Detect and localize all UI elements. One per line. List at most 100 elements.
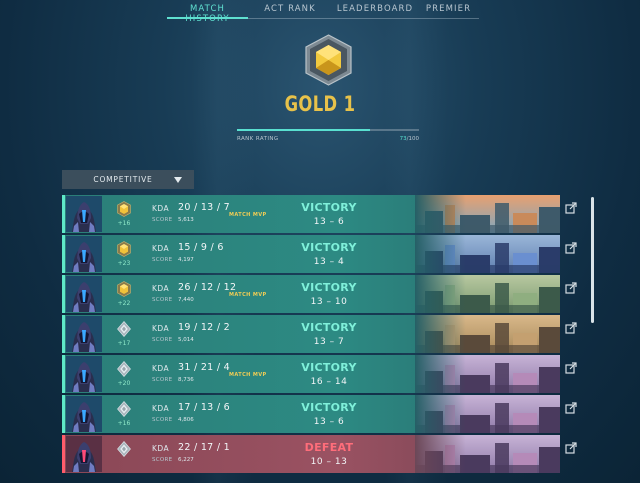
match-mvp-badge: MATCH MVP	[229, 212, 267, 218]
round-score: 16 – 14	[310, 377, 348, 387]
silver-rank-icon	[117, 401, 131, 417]
match-result: VICTORY	[301, 401, 357, 414]
gold-rank-emblem-icon	[305, 34, 352, 86]
rank-rating-fill	[237, 129, 370, 131]
tab-premier[interactable]: PREMIER	[418, 0, 479, 19]
score-value: 4,197	[178, 257, 194, 263]
kda-value: 20 / 13 / 7	[178, 202, 231, 213]
caret-down-icon	[174, 176, 182, 183]
agent-portrait	[66, 436, 102, 472]
round-score: 13 – 6	[313, 217, 345, 227]
match-row[interactable]: +16 KDA 20 / 13 / 7 SCORE 5,613 MATCH MV…	[62, 195, 560, 233]
rr-change: +23	[117, 260, 131, 267]
score-value: 8,736	[178, 377, 194, 383]
rr-change: +16	[117, 220, 131, 227]
match-row[interactable]: +20 KDA 31 / 21 / 4 SCORE 8,736 MATCH MV…	[62, 355, 560, 393]
mode-dropdown[interactable]: COMPETITIVE	[62, 170, 194, 189]
score-value: 4,806	[178, 417, 194, 423]
score-label: SCORE	[152, 217, 173, 223]
result-edge	[62, 275, 65, 313]
score-value: 6,227	[178, 457, 194, 463]
round-score: 13 – 6	[313, 417, 345, 427]
scrollbar[interactable]	[591, 197, 594, 323]
match-result: VICTORY	[301, 321, 357, 334]
rr-change: +16	[117, 420, 131, 427]
tab-leaderboard[interactable]: LEADERBOARD	[332, 0, 418, 19]
share-icon[interactable]	[565, 239, 577, 254]
match-row[interactable]: +23 KDA 15 / 9 / 6 SCORE 4,197 VICTORY 1…	[62, 235, 560, 273]
result-edge	[62, 355, 65, 393]
map-thumbnail	[415, 315, 560, 353]
score-label: SCORE	[152, 377, 173, 383]
agent-portrait	[66, 396, 102, 432]
kda-value: 26 / 12 / 12	[178, 282, 237, 293]
map-thumbnail	[415, 355, 560, 393]
result-edge	[62, 395, 65, 433]
kda-value: 22 / 17 / 1	[178, 442, 231, 453]
share-icon[interactable]	[565, 199, 577, 214]
kda-value: 17 / 13 / 6	[178, 402, 231, 413]
top-nav: MATCH HISTORY ACT RANK LEADERBOARD PREMI…	[167, 0, 479, 24]
tab-act-rank[interactable]: ACT RANK	[248, 0, 332, 19]
share-icon[interactable]	[565, 359, 577, 374]
share-icon[interactable]	[565, 279, 577, 294]
map-thumbnail	[415, 435, 560, 473]
score-label: SCORE	[152, 337, 173, 343]
round-score: 10 – 13	[310, 457, 348, 467]
match-mvp-badge: MATCH MVP	[229, 292, 267, 298]
score-value: 7,440	[178, 297, 194, 303]
kda-label: KDA	[152, 244, 170, 253]
match-row[interactable]: +22 KDA 26 / 12 / 12 SCORE 7,440 MATCH M…	[62, 275, 560, 313]
map-thumbnail	[415, 275, 560, 313]
map-thumbnail	[415, 195, 560, 233]
kda-label: KDA	[152, 364, 170, 373]
rank-rating-current: 73	[399, 136, 407, 142]
agent-portrait	[66, 276, 102, 312]
kda-value: 31 / 21 / 4	[178, 362, 231, 373]
kda-label: KDA	[152, 284, 170, 293]
result-edge	[62, 195, 65, 233]
rr-change: +22	[117, 300, 131, 307]
tab-match-history[interactable]: MATCH HISTORY	[167, 0, 248, 24]
rank-rating-max: /100	[406, 136, 419, 142]
kda-label: KDA	[152, 204, 170, 213]
match-row[interactable]: KDA 22 / 17 / 1 SCORE 6,227 DEFEAT 10 – …	[62, 435, 560, 473]
round-score: 13 – 10	[310, 297, 348, 307]
match-result: VICTORY	[301, 281, 357, 294]
share-icon[interactable]	[565, 319, 577, 334]
rank-rating-bar	[237, 129, 419, 131]
rank-rating-label: RANK RATING	[237, 136, 279, 142]
kda-label: KDA	[152, 324, 170, 333]
score-value: 5,613	[178, 217, 194, 223]
mode-dropdown-label: COMPETITIVE	[93, 175, 153, 184]
round-score: 13 – 4	[313, 257, 345, 267]
silver-rank-icon	[117, 361, 131, 377]
match-result: VICTORY	[301, 201, 357, 214]
rr-change: +17	[117, 340, 131, 347]
score-value: 5,014	[178, 337, 194, 343]
score-label: SCORE	[152, 257, 173, 263]
result-edge	[62, 315, 65, 353]
round-score: 13 – 7	[313, 337, 345, 347]
kda-label: KDA	[152, 444, 170, 453]
rank-title: GOLD 1	[284, 92, 356, 116]
score-label: SCORE	[152, 457, 173, 463]
match-mvp-badge: MATCH MVP	[229, 372, 267, 378]
match-result: DEFEAT	[304, 441, 354, 454]
agent-portrait	[66, 236, 102, 272]
gold-rank-icon	[117, 241, 131, 257]
match-row[interactable]: +16 KDA 17 / 13 / 6 SCORE 4,806 VICTORY …	[62, 395, 560, 433]
result-edge	[62, 435, 65, 473]
match-result: VICTORY	[301, 361, 357, 374]
share-icon[interactable]	[565, 399, 577, 414]
gold-rank-icon	[117, 281, 131, 297]
agent-portrait	[66, 356, 102, 392]
kda-value: 15 / 9 / 6	[178, 242, 224, 253]
share-icon[interactable]	[565, 439, 577, 454]
silver-rank-icon	[117, 321, 131, 337]
kda-label: KDA	[152, 404, 170, 413]
match-list: +16 KDA 20 / 13 / 7 SCORE 5,613 MATCH MV…	[62, 195, 560, 475]
rr-change: +20	[117, 380, 131, 387]
match-row[interactable]: +17 KDA 19 / 12 / 2 SCORE 5,014 VICTORY …	[62, 315, 560, 353]
kda-value: 19 / 12 / 2	[178, 322, 231, 333]
